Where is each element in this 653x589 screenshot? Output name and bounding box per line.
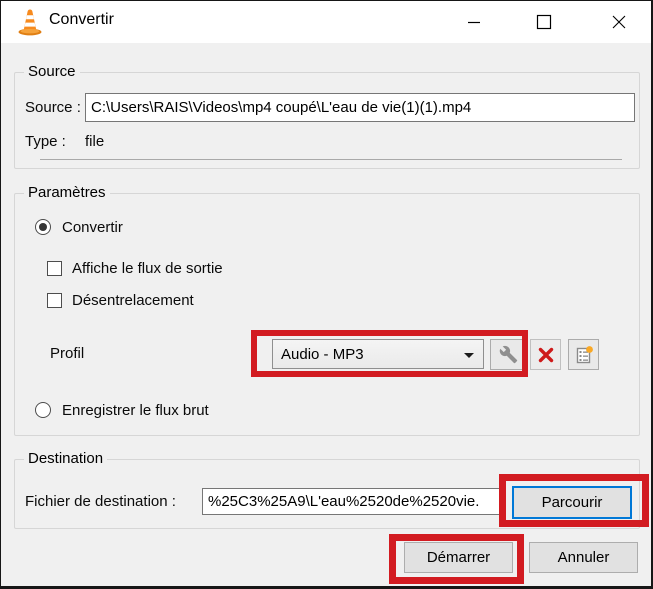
window-title: Convertir: [49, 11, 114, 28]
minimize-button[interactable]: [451, 1, 497, 43]
wrench-icon: [499, 345, 518, 364]
new-profile-button[interactable]: [568, 339, 599, 370]
source-field-label: Source :: [25, 99, 81, 116]
profile-dropdown[interactable]: Audio - MP3: [272, 339, 484, 369]
browse-button-label: Parcourir: [541, 494, 603, 511]
type-value: file: [85, 133, 105, 150]
start-button[interactable]: Démarrer: [404, 542, 513, 573]
source-path-input[interactable]: [85, 93, 635, 122]
close-button[interactable]: [596, 1, 642, 43]
type-label: Type :: [25, 133, 66, 150]
close-icon: [612, 15, 626, 29]
maximize-icon: [536, 14, 552, 30]
display-output-label[interactable]: Affiche le flux de sortie: [72, 260, 223, 277]
cancel-button[interactable]: Annuler: [529, 542, 638, 573]
profile-label: Profil: [50, 345, 85, 362]
maximize-button[interactable]: [521, 1, 567, 43]
destination-file-label: Fichier de destination :: [25, 493, 176, 510]
display-output-checkbox[interactable]: [47, 261, 62, 276]
dump-radio-label[interactable]: Enregistrer le flux brut: [62, 402, 209, 419]
dump-radio[interactable]: [35, 402, 51, 418]
convert-radio[interactable]: [35, 219, 51, 235]
minimize-icon: [468, 21, 480, 24]
profile-dropdown-value: Audio - MP3: [281, 345, 364, 363]
destination-group-title: Destination: [24, 450, 108, 467]
convert-radio-label[interactable]: Convertir: [62, 219, 123, 236]
red-x-icon: [538, 347, 553, 362]
source-group: Source Source : Type : file: [14, 63, 640, 169]
delete-profile-button[interactable]: [530, 339, 561, 370]
chevron-down-icon: [464, 353, 474, 358]
edit-profile-button[interactable]: [490, 339, 527, 370]
deinterlace-label[interactable]: Désentrelacement: [72, 292, 194, 309]
vlc-cone-icon: [18, 9, 42, 36]
cancel-button-label: Annuler: [557, 549, 610, 566]
start-button-label: Démarrer: [426, 549, 491, 566]
parameters-group: Paramètres Convertir Affiche le flux de …: [14, 184, 640, 436]
destination-group: Destination Fichier de destination : Par…: [14, 450, 640, 529]
source-divider: [40, 159, 622, 160]
deinterlace-checkbox[interactable]: [47, 293, 62, 308]
browse-button[interactable]: Parcourir: [512, 486, 632, 519]
parameters-group-title: Paramètres: [24, 184, 110, 201]
convert-dialog: Convertir Source Source : Type : file Pa…: [0, 0, 653, 589]
profile-list-badge-icon: [576, 345, 593, 363]
destination-path-input[interactable]: [202, 488, 500, 515]
source-group-title: Source: [24, 63, 80, 80]
title-bar: Convertir: [1, 1, 651, 43]
